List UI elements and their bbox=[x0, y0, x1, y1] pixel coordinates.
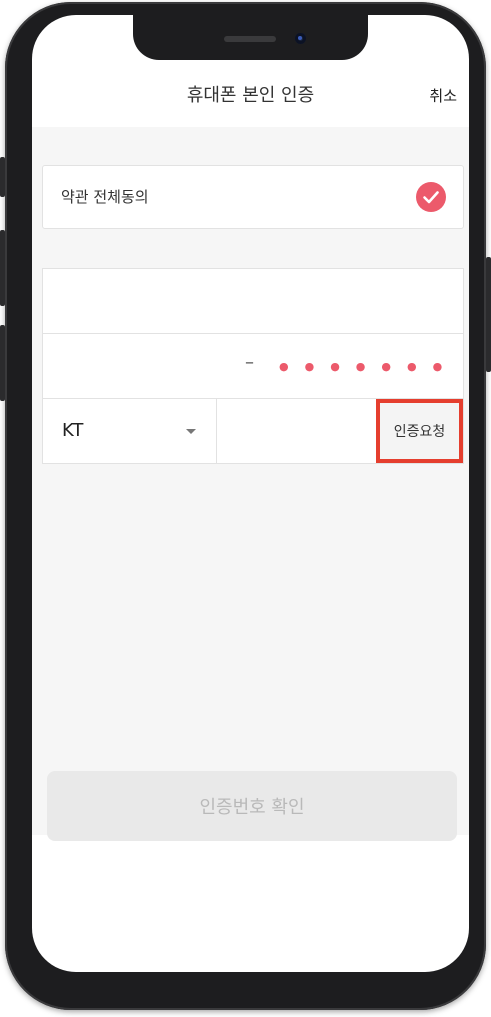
notch bbox=[133, 15, 368, 60]
phone-row: KT 인증요청 bbox=[43, 399, 463, 463]
verification-content: 약관 전체동의 – ●●●●●●● KT 인증요청 인증번호 확인 bbox=[32, 127, 469, 841]
resident-number-field[interactable]: – ●●●●●●● bbox=[43, 334, 463, 399]
agree-all-row[interactable]: 약관 전체동의 bbox=[42, 165, 464, 229]
silent-switch bbox=[0, 157, 5, 197]
confirm-code-button[interactable]: 인증번호 확인 bbox=[47, 771, 457, 841]
speaker-grille bbox=[224, 36, 276, 42]
phone-frame: 휴대폰 본인 인증 취소 약관 전체동의 – ●●●●●●● KT 인증요청 인… bbox=[0, 2, 491, 1010]
resident-number-dash: – bbox=[245, 352, 254, 373]
app-header: 휴대폰 본인 인증 취소 bbox=[32, 75, 469, 127]
name-field[interactable] bbox=[43, 269, 463, 334]
carrier-selected-value: KT bbox=[62, 420, 84, 441]
phone-number-input[interactable] bbox=[217, 399, 377, 463]
front-camera-icon bbox=[295, 33, 306, 44]
request-verification-button[interactable]: 인증요청 bbox=[376, 399, 463, 463]
agree-all-label: 약관 전체동의 bbox=[61, 188, 149, 206]
check-circle-icon[interactable] bbox=[416, 182, 446, 212]
screen: 휴대폰 본인 인증 취소 약관 전체동의 – ●●●●●●● KT 인증요청 인… bbox=[32, 15, 469, 972]
cancel-button[interactable]: 취소 bbox=[429, 75, 457, 117]
carrier-select[interactable]: KT bbox=[43, 399, 217, 463]
resident-number-masked: ●●●●●●● bbox=[279, 360, 459, 373]
volume-up-button bbox=[0, 230, 5, 306]
volume-down-button bbox=[0, 325, 5, 401]
power-button bbox=[486, 257, 491, 372]
identity-form: – ●●●●●●● KT 인증요청 bbox=[42, 268, 464, 464]
caret-down-icon bbox=[186, 429, 196, 434]
page-title: 휴대폰 본인 인증 bbox=[186, 85, 315, 106]
